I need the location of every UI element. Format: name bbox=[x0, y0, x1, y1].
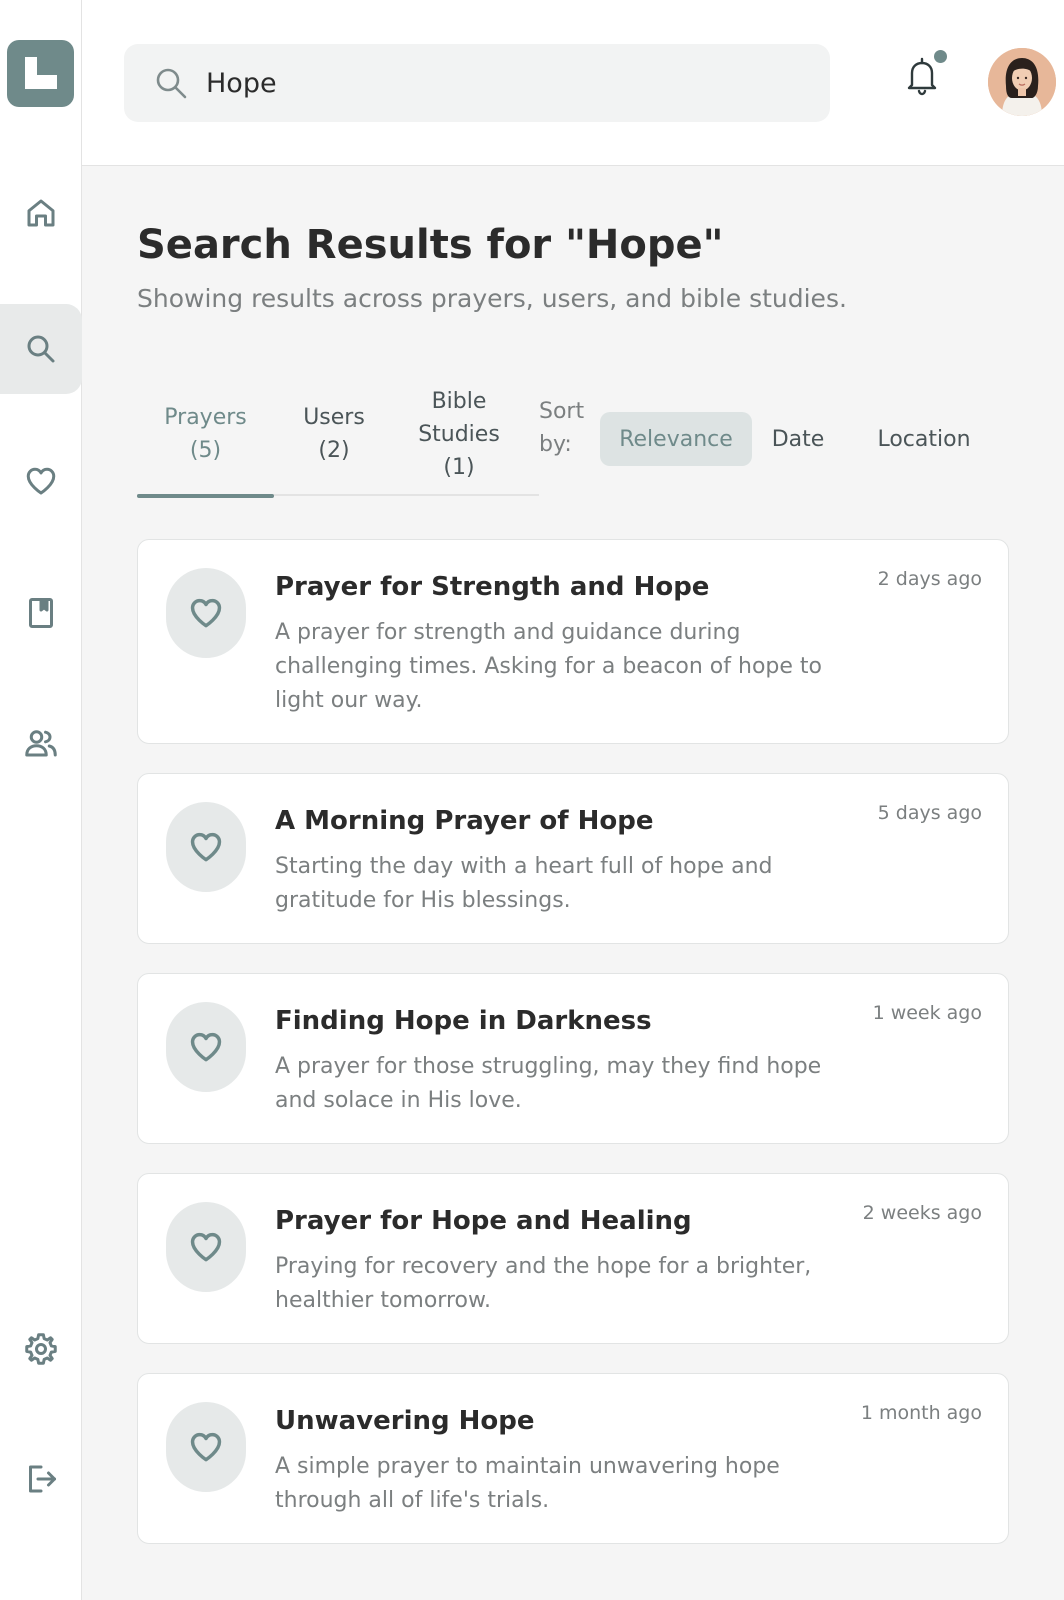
result-card[interactable]: Unwavering Hope A simple prayer to maint… bbox=[137, 1373, 1009, 1544]
result-card[interactable]: Prayer for Strength and Hope A prayer fo… bbox=[137, 539, 1009, 744]
result-title: Finding Hope in Darkness bbox=[275, 1006, 652, 1036]
home-icon bbox=[27, 199, 55, 227]
result-card[interactable]: Prayer for Hope and Healing Praying for … bbox=[137, 1173, 1009, 1344]
sidebar bbox=[0, 0, 82, 1600]
sidebar-item-settings[interactable] bbox=[0, 1304, 82, 1394]
page-title: Search Results for "Hope" bbox=[137, 222, 724, 268]
heart-icon bbox=[190, 1032, 222, 1062]
sort-label: Sort by: bbox=[539, 395, 595, 461]
result-title: Unwavering Hope bbox=[275, 1406, 535, 1436]
result-title: Prayer for Hope and Healing bbox=[275, 1206, 692, 1236]
sort-label-line: Sort bbox=[539, 399, 585, 424]
user-avatar-image bbox=[988, 48, 1056, 116]
like-button[interactable] bbox=[166, 1402, 246, 1492]
tab-label: Studies bbox=[418, 421, 500, 447]
tab-bible-studies[interactable]: Bible Studies (1) bbox=[394, 372, 524, 496]
result-timestamp: 1 week ago bbox=[872, 1002, 982, 1024]
tab-count: (5) bbox=[189, 438, 222, 463]
gear-icon bbox=[25, 1333, 57, 1365]
sidebar-item-logout[interactable] bbox=[0, 1434, 82, 1524]
tab-users[interactable]: Users (2) bbox=[274, 372, 394, 496]
avatar[interactable] bbox=[988, 48, 1056, 116]
result-timestamp: 5 days ago bbox=[877, 802, 982, 824]
tab-label: Users bbox=[303, 405, 365, 430]
notifications-button[interactable] bbox=[904, 50, 947, 102]
result-description: Starting the day with a heart full of ho… bbox=[275, 854, 773, 913]
page-subtitle: Showing results across prayers, users, a… bbox=[137, 284, 847, 313]
sidebar-item-community[interactable] bbox=[0, 698, 82, 788]
app-logo[interactable] bbox=[7, 40, 74, 107]
like-button[interactable] bbox=[166, 802, 246, 892]
logo-icon bbox=[25, 57, 57, 89]
result-tabs: Prayers (5) Users (2) Bible Studies (1) bbox=[137, 372, 539, 498]
sort-location-button[interactable]: Location bbox=[870, 412, 978, 466]
search-icon bbox=[154, 66, 188, 100]
bell-icon bbox=[907, 57, 937, 96]
tabs-and-sort: Prayers (5) Users (2) Bible Studies (1) … bbox=[137, 372, 1009, 498]
result-description: A prayer for strength and guidance durin… bbox=[275, 620, 822, 713]
sidebar-item-home[interactable] bbox=[0, 168, 82, 258]
sort-relevance-button[interactable]: Relevance bbox=[600, 412, 752, 466]
top-header bbox=[82, 0, 1064, 166]
like-button[interactable] bbox=[166, 568, 246, 658]
heart-icon bbox=[26, 467, 56, 495]
search-icon bbox=[27, 335, 55, 363]
sort-label-line: by: bbox=[539, 432, 572, 457]
search-bar[interactable] bbox=[124, 44, 830, 122]
result-title: Prayer for Strength and Hope bbox=[275, 572, 710, 602]
book-icon bbox=[29, 598, 53, 628]
tab-label: Bible bbox=[431, 388, 487, 414]
users-icon bbox=[25, 730, 57, 757]
result-card[interactable]: A Morning Prayer of Hope Starting the da… bbox=[137, 773, 1009, 944]
like-button[interactable] bbox=[166, 1202, 246, 1292]
tab-count: (2) bbox=[318, 438, 350, 463]
result-description: A prayer for those struggling, may they … bbox=[275, 1054, 822, 1113]
sidebar-item-favorites[interactable] bbox=[0, 436, 82, 526]
search-input[interactable] bbox=[206, 67, 806, 99]
tab-count: (1) bbox=[443, 454, 475, 480]
heart-icon bbox=[190, 832, 222, 862]
notification-dot bbox=[934, 50, 947, 63]
sidebar-item-bible[interactable] bbox=[0, 568, 82, 658]
result-timestamp: 2 days ago bbox=[877, 568, 982, 590]
heart-icon bbox=[190, 598, 222, 628]
result-description: A simple prayer to maintain unwavering h… bbox=[275, 1454, 780, 1513]
heart-icon bbox=[190, 1432, 222, 1462]
result-title: A Morning Prayer of Hope bbox=[275, 806, 654, 836]
result-description: Praying for recovery and the hope for a … bbox=[275, 1254, 812, 1313]
tab-prayers[interactable]: Prayers (5) bbox=[137, 372, 274, 498]
tab-label: Prayers bbox=[164, 405, 247, 430]
sidebar-item-search[interactable] bbox=[0, 304, 82, 394]
result-timestamp: 1 month ago bbox=[860, 1402, 982, 1424]
heart-icon bbox=[190, 1232, 222, 1262]
like-button[interactable] bbox=[166, 1002, 246, 1092]
logout-icon bbox=[29, 1465, 56, 1493]
result-timestamp: 2 weeks ago bbox=[862, 1202, 982, 1224]
result-card[interactable]: Finding Hope in Darkness A prayer for th… bbox=[137, 973, 1009, 1144]
sort-date-button[interactable]: Date bbox=[762, 412, 834, 466]
